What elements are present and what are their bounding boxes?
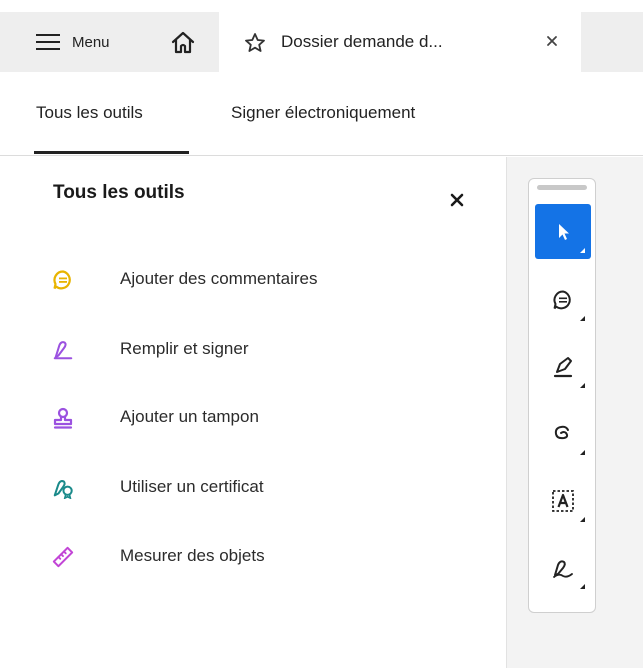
tool-add-stamp[interactable]: Ajouter un tampon xyxy=(52,403,259,433)
highlighter-icon xyxy=(553,356,573,377)
text-select-tool-button[interactable] xyxy=(535,473,591,528)
tool-label: Utiliser un certificat xyxy=(120,477,264,496)
close-icon[interactable] xyxy=(545,34,559,48)
toolbar-drag-handle[interactable] xyxy=(537,185,587,190)
all-tools-panel: Tous les outils Ajouter des commentaires… xyxy=(0,157,506,668)
text-box-icon xyxy=(552,489,574,512)
cursor-icon xyxy=(559,223,569,240)
tool-label: Remplir et signer xyxy=(120,339,249,358)
star-icon[interactable] xyxy=(244,32,266,54)
close-panel-icon[interactable] xyxy=(450,193,464,207)
tab-bar: Menu Dossier demande d... xyxy=(0,12,643,72)
home-button[interactable] xyxy=(170,30,196,56)
home-icon xyxy=(171,31,195,54)
certificate-icon xyxy=(52,477,74,499)
comment-icon xyxy=(52,269,74,291)
tool-measure-objects[interactable]: Mesurer des objets xyxy=(52,542,265,572)
document-tab-title: Dossier demande d... xyxy=(281,32,443,51)
menu-button[interactable]: Menu xyxy=(36,12,110,72)
comment-icon xyxy=(553,289,571,309)
more-options-indicator xyxy=(580,248,585,253)
tool-fill-sign[interactable]: Remplir et signer xyxy=(52,335,249,365)
highlight-tool-button[interactable] xyxy=(535,339,591,394)
tool-label: Ajouter un tampon xyxy=(120,407,259,426)
tool-add-comments[interactable]: Ajouter des commentaires xyxy=(52,265,317,295)
quick-tools-toolbar xyxy=(528,178,596,613)
more-options-indicator xyxy=(580,316,585,321)
document-tab[interactable]: Dossier demande d... xyxy=(219,12,581,72)
stamp-icon xyxy=(52,407,74,429)
more-options-indicator xyxy=(580,383,585,388)
tool-use-certificate[interactable]: Utiliser un certificat xyxy=(52,473,264,503)
more-options-indicator xyxy=(580,450,585,455)
draw-tool-button[interactable] xyxy=(535,406,591,461)
comment-tool-button[interactable] xyxy=(535,272,591,327)
select-tool-button[interactable] xyxy=(535,204,591,259)
sign-tool-button[interactable] xyxy=(535,540,591,595)
tool-label: Ajouter des commentaires xyxy=(120,269,318,288)
secondary-tabs: Tous les outils Signer électroniquement xyxy=(0,72,643,156)
tool-label: Mesurer des objets xyxy=(120,546,265,565)
ruler-icon xyxy=(52,546,74,568)
panel-title: Tous les outils xyxy=(53,182,185,203)
hamburger-icon xyxy=(36,34,60,50)
lasso-icon xyxy=(554,425,569,439)
tab-e-sign[interactable]: Signer électroniquement xyxy=(231,103,415,123)
more-options-indicator xyxy=(580,517,585,522)
signature-icon xyxy=(553,559,573,578)
more-options-indicator xyxy=(580,584,585,589)
selected-tab-indicator xyxy=(34,151,189,154)
tab-all-tools[interactable]: Tous les outils xyxy=(36,103,143,123)
fill-sign-icon xyxy=(52,339,74,361)
menu-label: Menu xyxy=(72,33,110,51)
